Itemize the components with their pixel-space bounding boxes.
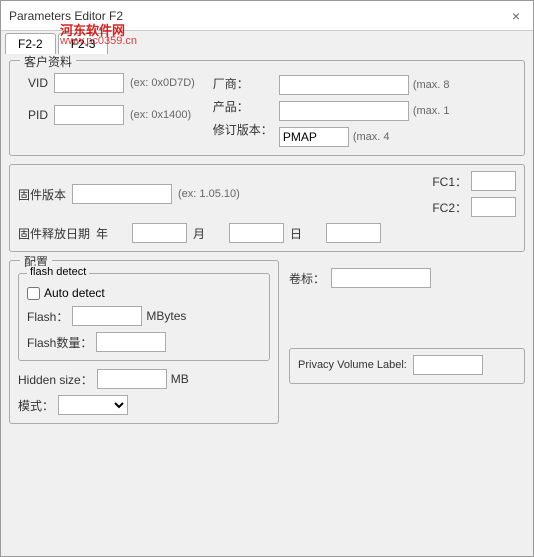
flash-count-input[interactable] xyxy=(96,332,166,352)
month-input[interactable] xyxy=(229,223,284,243)
fc2-label: FC2： xyxy=(432,199,467,216)
vid-input[interactable] xyxy=(54,73,124,93)
firmware-section: 固件版本 (ex: 1.05.10) FC1： FC2： 固件释放日期 xyxy=(9,164,525,252)
pid-label: PID xyxy=(18,108,48,122)
mode-label: 模式： xyxy=(18,397,54,414)
auto-detect-row: Auto detect xyxy=(27,286,261,300)
close-button[interactable]: × xyxy=(507,7,525,25)
flash-unit: MBytes xyxy=(146,309,186,323)
day-input[interactable] xyxy=(326,223,381,243)
day-label: 日 xyxy=(290,225,320,242)
flash-input[interactable] xyxy=(72,306,142,326)
pid-hint: (ex: 0x1400) xyxy=(130,109,191,121)
customer-group-label: 客户资料 xyxy=(20,54,76,70)
flash-count-row: Flash数量： xyxy=(27,332,261,352)
revision-input[interactable] xyxy=(279,127,349,147)
fc1-input[interactable] xyxy=(471,171,516,191)
vid-label: VID xyxy=(18,76,48,90)
main-window: Parameters Editor F2 × 河东软件网 www.pc0359.… xyxy=(0,0,534,557)
flash-detect-group: flash detect Auto detect Flash： MBytes F… xyxy=(18,273,270,361)
title-bar: Parameters Editor F2 × xyxy=(1,1,533,31)
month-label: 月 xyxy=(193,225,223,242)
title-bar-left: Parameters Editor F2 xyxy=(9,9,123,23)
product-label: 产品： xyxy=(213,98,273,115)
privacy-volume-input[interactable] xyxy=(413,355,483,375)
hidden-size-input[interactable] xyxy=(97,369,167,389)
tab-f2-3[interactable]: F2-3 xyxy=(58,33,109,54)
content-area: 客户资料 VID (ex: 0x0D7D) PID (ex: 0x1400) xyxy=(1,54,533,556)
window-title: Parameters Editor F2 xyxy=(9,9,123,23)
volume-label: 卷标： xyxy=(289,270,325,287)
firmware-version-hint: (ex: 1.05.10) xyxy=(178,188,240,200)
config-left: 配置 flash detect Auto detect Flash： MByte… xyxy=(9,260,279,432)
customer-group: 客户资料 VID (ex: 0x0D7D) PID (ex: 0x1400) xyxy=(9,60,525,156)
firmware-version-input[interactable] xyxy=(72,184,172,204)
hidden-unit: MB xyxy=(171,372,189,386)
revision-label: 修订版本： xyxy=(213,121,273,138)
hidden-size-label: Hidden size： xyxy=(18,371,93,388)
firmware-date-label: 固件释放日期 xyxy=(18,225,90,242)
privacy-volume-label: Privacy Volume Label: xyxy=(298,359,407,371)
vid-row: VID (ex: 0x0D7D) xyxy=(18,73,195,93)
fc2-row: FC2： xyxy=(432,197,516,217)
privacy-group: Privacy Volume Label: xyxy=(289,348,525,384)
manufacturer-label: 厂商： xyxy=(213,75,273,92)
fc2-input[interactable] xyxy=(471,197,516,217)
fc1-label: FC1： xyxy=(432,173,467,190)
tab-bar: F2-2 F2-3 xyxy=(1,31,533,54)
volume-input[interactable] xyxy=(331,268,431,288)
pid-row: PID (ex: 0x1400) xyxy=(18,105,195,125)
config-right: 卷标： Privacy Volume Label: xyxy=(289,260,525,432)
auto-detect-label: Auto detect xyxy=(44,286,105,300)
year-input[interactable] xyxy=(132,223,187,243)
fc-section: FC1： FC2： xyxy=(432,171,516,217)
config-section: 配置 flash detect Auto detect Flash： MByte… xyxy=(9,260,525,432)
flash-row: Flash： MBytes xyxy=(27,306,261,326)
year-label: 年 xyxy=(96,225,126,242)
firmware-version-label: 固件版本 xyxy=(18,186,66,203)
config-group: 配置 flash detect Auto detect Flash： MByte… xyxy=(9,260,279,424)
product-hint: (max. 1 xyxy=(413,105,450,117)
fc1-row: FC1： xyxy=(432,171,516,191)
flash-label: Flash： xyxy=(27,308,68,325)
auto-detect-checkbox[interactable] xyxy=(27,287,40,300)
manufacturer-input[interactable] xyxy=(279,75,409,95)
hidden-size-row: Hidden size： MB xyxy=(18,369,270,389)
revision-hint: (max. 4 xyxy=(353,131,390,143)
product-input[interactable] xyxy=(279,101,409,121)
mode-select[interactable] xyxy=(58,395,128,415)
flash-count-label: Flash数量： xyxy=(27,334,92,351)
manufacturer-hint: (max. 8 xyxy=(413,79,450,91)
vid-hint: (ex: 0x0D7D) xyxy=(130,77,195,89)
flash-detect-label: flash detect xyxy=(27,266,89,278)
tab-f2-2[interactable]: F2-2 xyxy=(5,33,56,54)
mode-row: 模式： xyxy=(18,395,270,415)
pid-input[interactable] xyxy=(54,105,124,125)
